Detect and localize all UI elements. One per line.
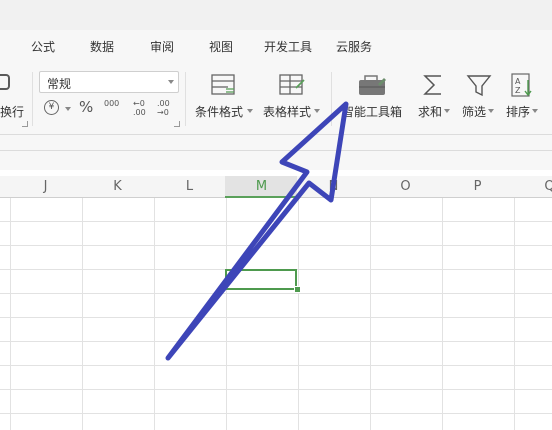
active-cell[interactable]: [225, 269, 297, 290]
sort-button[interactable]: 排序: [506, 103, 530, 120]
spreadsheet-grid[interactable]: [0, 198, 552, 430]
column-header-n[interactable]: N: [298, 179, 369, 194]
column-header-m[interactable]: M: [226, 179, 297, 194]
number-format-value: 常规: [47, 77, 72, 91]
fill-handle[interactable]: [294, 286, 301, 293]
chevron-down-icon[interactable]: [247, 109, 253, 113]
chevron-down-icon[interactable]: [65, 107, 71, 111]
thousands-separator-icon[interactable]: 000: [104, 99, 119, 108]
menu-view[interactable]: 视图: [209, 38, 233, 55]
alignment-group-launcher-icon[interactable]: [22, 121, 28, 127]
chevron-down-icon: [168, 80, 174, 84]
menu-review[interactable]: 审阅: [150, 38, 174, 55]
column-header-k[interactable]: K: [82, 179, 153, 194]
menu-data[interactable]: 数据: [90, 38, 114, 55]
column-header-o[interactable]: O: [370, 179, 441, 194]
divider: [0, 150, 552, 151]
ribbon-separator: [331, 72, 332, 126]
menu-developer-tools[interactable]: 开发工具: [264, 38, 312, 55]
column-header-q[interactable]: Q: [514, 179, 552, 194]
ribbon-separator: [32, 72, 33, 126]
number-group-launcher-icon[interactable]: [174, 121, 180, 127]
currency-icon[interactable]: ¥: [44, 100, 59, 115]
wrap-text-icon[interactable]: [0, 74, 10, 90]
wrap-text-button[interactable]: 换行: [0, 103, 24, 120]
column-header-l[interactable]: L: [154, 179, 225, 194]
column-header-p[interactable]: P: [442, 179, 513, 194]
decrease-decimal-icon[interactable]: .00 →0: [157, 99, 171, 117]
title-bar-strip: [0, 0, 552, 30]
chevron-down-icon[interactable]: [314, 109, 320, 113]
formula-bar-area: [0, 135, 552, 170]
menu-cloud-services[interactable]: 云服务: [336, 38, 372, 55]
chevron-down-icon[interactable]: [532, 109, 538, 113]
menu-formulas[interactable]: 公式: [31, 38, 55, 55]
sum-button[interactable]: 求和: [418, 103, 442, 120]
chevron-down-icon[interactable]: [444, 109, 450, 113]
filter-button[interactable]: 筛选: [462, 103, 486, 120]
column-header-j[interactable]: J: [10, 179, 81, 194]
number-format-select[interactable]: 常规: [39, 71, 179, 93]
chevron-down-icon[interactable]: [488, 109, 494, 113]
menu-bar: 公式 数据 审阅 视图 开发工具 云服务: [0, 30, 552, 64]
table-style-button[interactable]: 表格样式: [263, 103, 311, 120]
percent-icon[interactable]: %: [79, 98, 93, 116]
smart-toolbox-button[interactable]: 智能工具箱: [342, 103, 402, 120]
conditional-format-button[interactable]: 条件格式: [195, 103, 243, 120]
increase-decimal-icon[interactable]: ←0 .00: [133, 99, 147, 117]
ribbon-separator: [185, 72, 186, 126]
